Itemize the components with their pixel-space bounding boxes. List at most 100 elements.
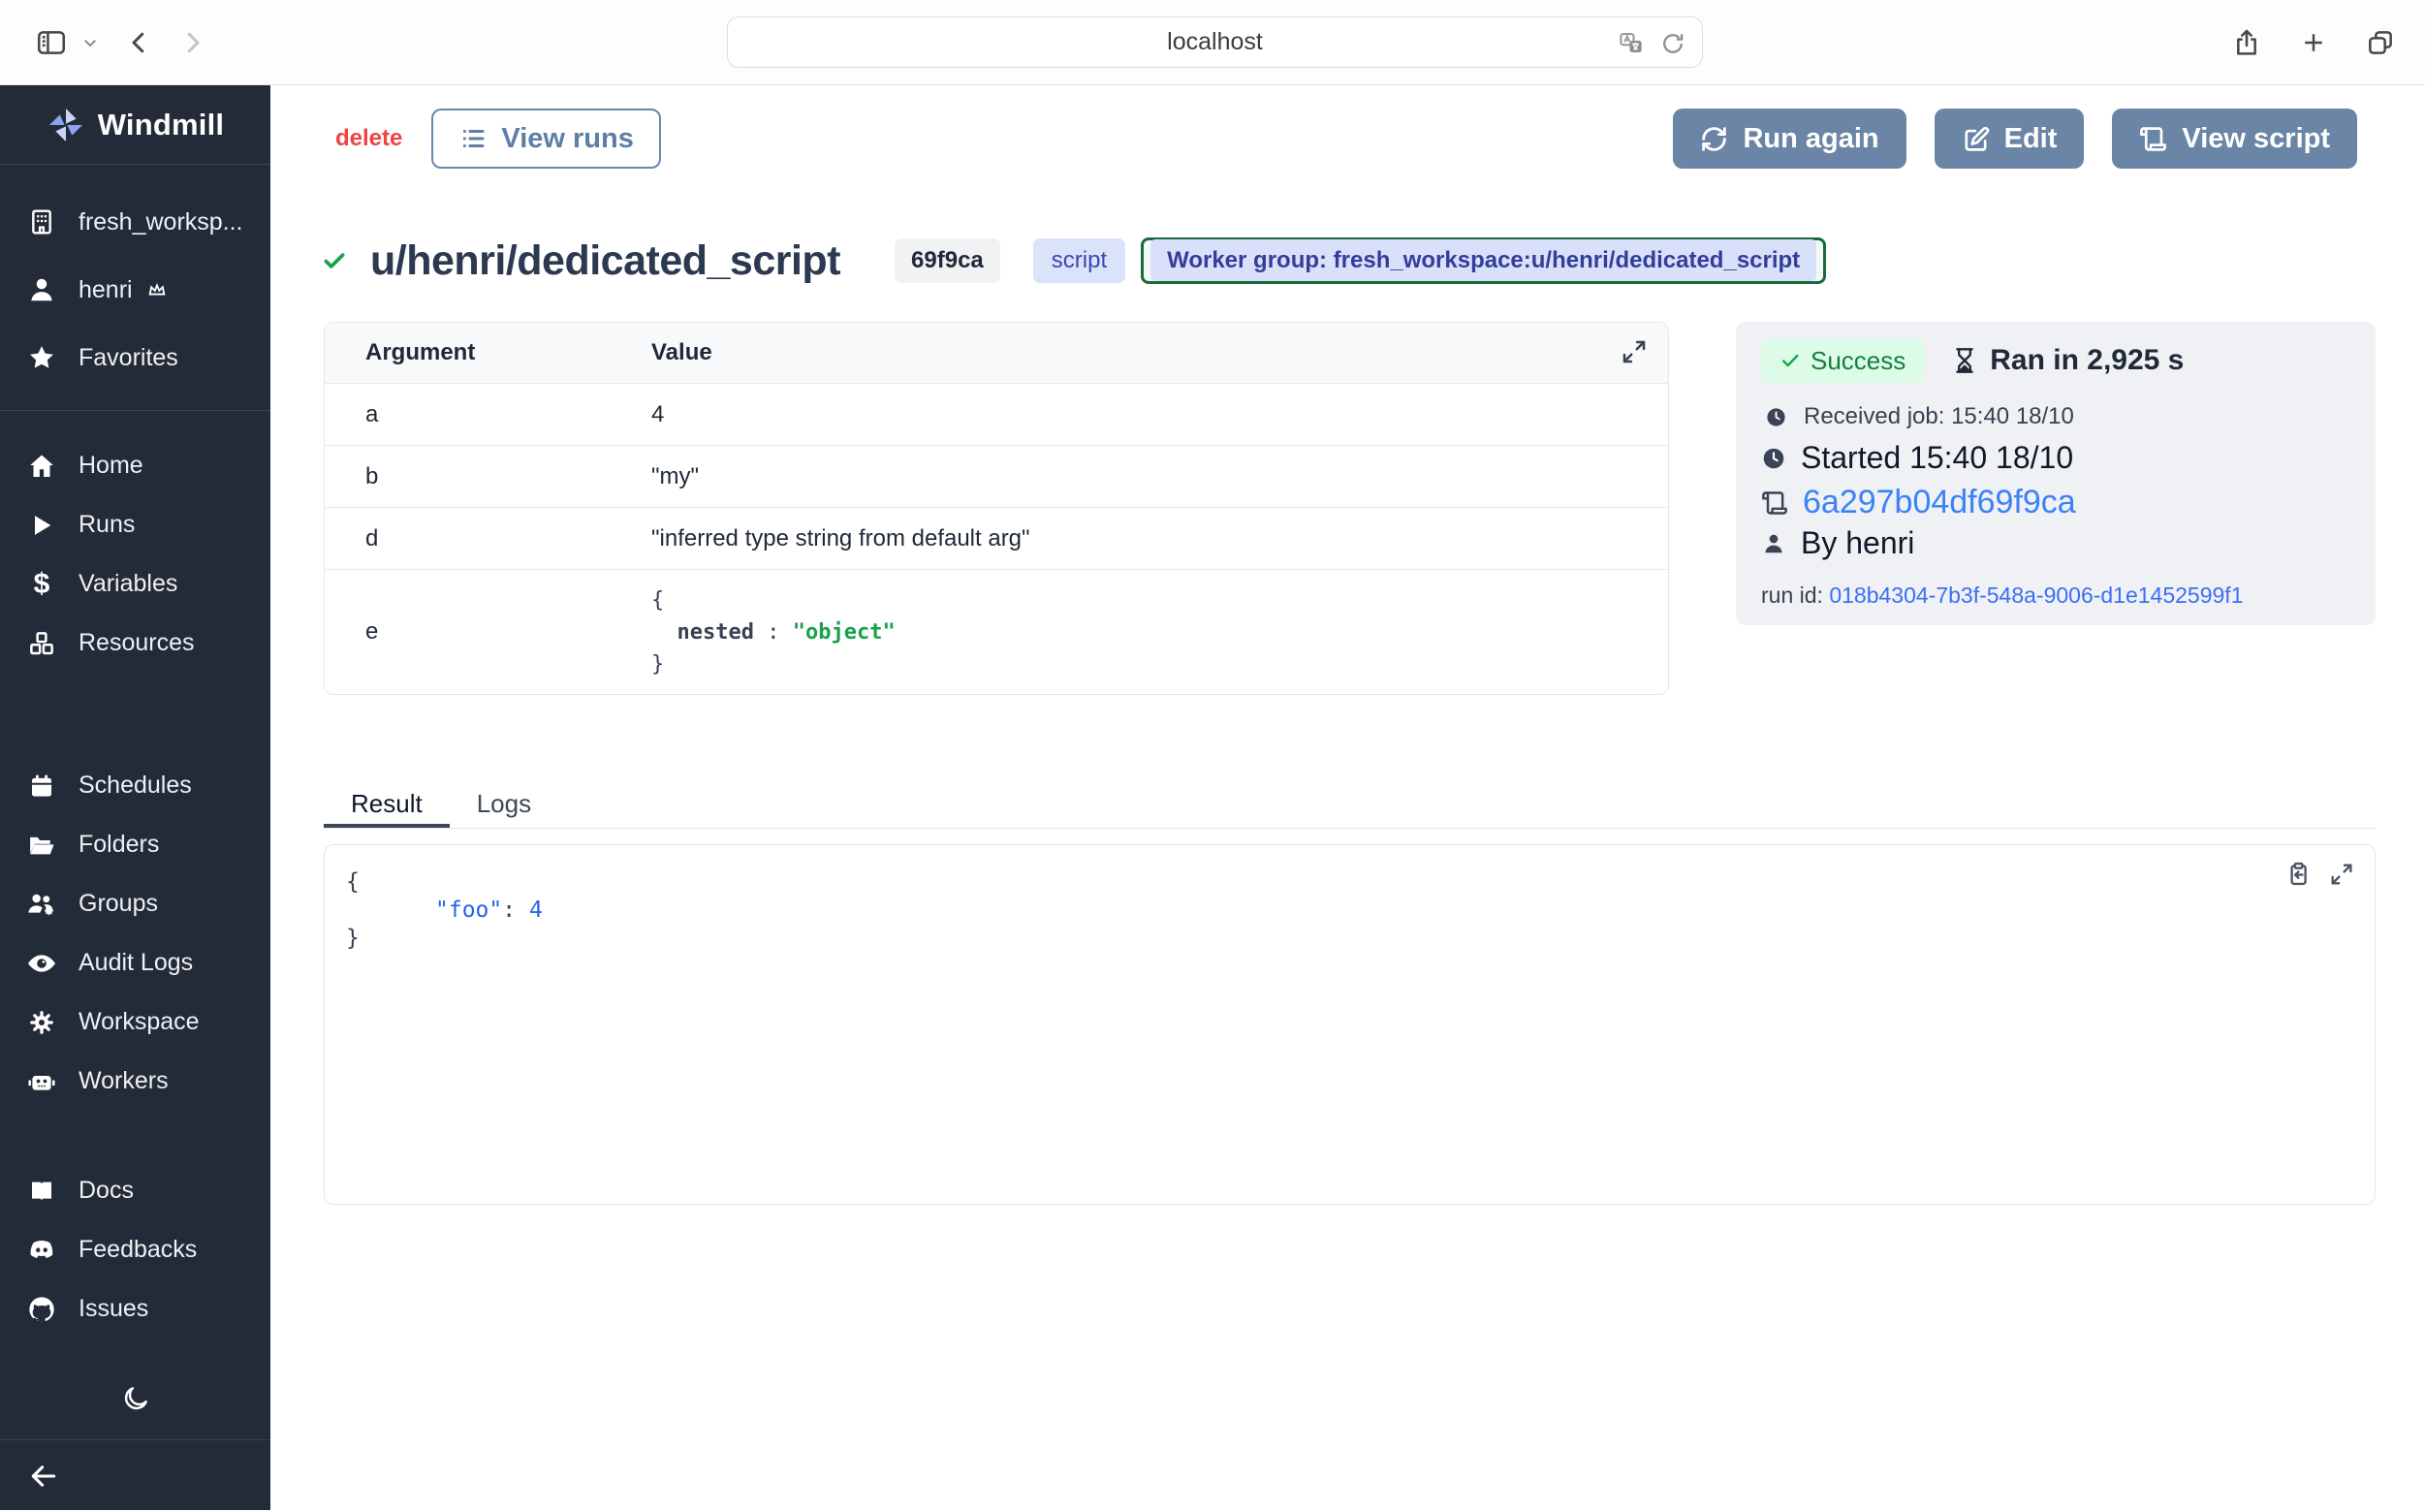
arg-value: 4 [651,401,664,428]
object-colon: : [767,620,779,645]
sidebar-item-favorites[interactable]: Favorites [0,324,270,392]
arg-name: b [325,463,651,490]
copy-result-icon[interactable] [2284,861,2312,888]
nav-label: Schedules [79,772,192,800]
collapse-sidebar-icon[interactable] [27,1460,60,1493]
forward-icon [178,28,207,57]
scroll-icon [1761,489,1788,517]
scroll-icon [2139,125,2167,153]
dark-mode-toggle[interactable] [121,1384,150,1413]
nav-label: Workspace [79,1008,200,1036]
nav-label: Home [79,452,143,480]
browser-toolbar: localhost [0,0,2425,85]
worker-group-badge[interactable]: Worker group: fresh_workspace:u/henri/de… [1150,239,1816,281]
share-icon[interactable] [2231,27,2262,58]
run-again-label: Run again [1743,123,1878,155]
clock-icon [1761,446,1786,471]
view-script-button[interactable]: View script [2112,109,2357,169]
result-panel: { "foo": 4 } [324,844,2376,1205]
sidebar-toggle-icon[interactable] [35,26,68,59]
expand-result-icon[interactable] [2328,861,2355,888]
favorites-label: Favorites [79,344,178,372]
script-kind-badge: script [1033,238,1125,283]
translate-icon[interactable] [1617,29,1646,58]
sidebar-item-audit-logs[interactable]: Audit Logs [0,933,270,992]
calendar-icon [26,772,57,801]
chevron-down-icon[interactable] [81,34,99,51]
started-at: Started 15:40 18/10 [1801,440,2073,476]
table-row: d "inferred type string from default arg… [325,508,1668,570]
sidebar-item-schedules[interactable]: Schedules [0,756,270,815]
robot-icon [26,1066,57,1097]
arg-name: d [325,525,651,552]
sidebar-item-runs[interactable]: Runs [0,495,270,554]
tab-overview-icon[interactable] [2365,27,2396,58]
run-again-button[interactable]: Run again [1673,109,1905,169]
sidebar-item-resources[interactable]: Resources [0,614,270,673]
sidebar-item-workspace-switcher[interactable]: fresh_worksp... [0,188,270,256]
arg-value: "inferred type string from default arg" [651,525,1030,552]
github-icon [26,1294,57,1325]
new-tab-icon[interactable] [2299,28,2328,57]
sidebar-item-groups[interactable]: Groups [0,874,270,933]
sidebar-item-folders[interactable]: Folders [0,815,270,874]
sidebar-item-workers[interactable]: Workers [0,1052,270,1111]
arg-name: e [325,618,651,646]
windmill-logo[interactable]: Windmill [0,85,270,165]
building-icon [26,206,57,237]
run-id-label: run id: [1761,583,1823,608]
discord-icon [26,1235,57,1266]
page-title: u/henri/dedicated_script [370,237,840,285]
view-script-label: View script [2182,123,2330,155]
address-bar[interactable]: localhost [727,16,1703,68]
triggered-by: By henri [1801,525,1914,561]
user-name: henri [79,276,133,304]
eye-icon [26,948,57,979]
nav-label: Folders [79,831,159,859]
sidebar-item-workspace-settings[interactable]: Workspace [0,992,270,1052]
windmill-pinwheel-icon [47,106,85,144]
object-key: nested [677,620,754,645]
sidebar-item-home[interactable]: Home [0,436,270,495]
nav-label: Variables [79,570,177,598]
run-id-link[interactable]: 018b4304-7b3f-548a-9006-d1e1452599f1 [1829,583,2243,608]
result-tabs: Result Logs [324,781,2376,829]
run-info-card: Success Ran in 2,925 s Received job: 15:… [1736,322,2376,625]
success-check-icon [322,248,347,273]
sidebar-item-feedbacks[interactable]: Feedbacks [0,1220,270,1279]
status-label: Success [1811,346,1905,376]
view-runs-button[interactable]: View runs [431,109,660,169]
arg-value: "my" [651,463,699,490]
edit-button[interactable]: Edit [1935,109,2085,169]
check-icon [1779,350,1801,371]
delete-button[interactable]: delete [335,125,402,152]
sidebar-item-issues[interactable]: Issues [0,1279,270,1339]
run-id-line: run id: 018b4304-7b3f-548a-9006-d1e14525… [1761,583,2350,609]
home-icon [26,452,57,481]
column-value: Value [651,339,712,366]
gear-icon [26,1008,57,1037]
sidebar: Windmill fresh_worksp... henri Favorites [0,85,270,1510]
main-content: delete View runs Run again Edit View scr… [270,85,2425,1510]
json-brace-open: { [346,869,360,895]
dollar-icon: $ [26,570,57,599]
boxes-icon [26,629,57,658]
script-hash-badge[interactable]: 69f9ca [895,238,1000,283]
sidebar-item-variables[interactable]: $ Variables [0,554,270,614]
person-icon [1761,531,1786,556]
tab-logs[interactable]: Logs [450,781,558,828]
json-colon: : [502,898,516,923]
sidebar-item-docs[interactable]: Docs [0,1161,270,1220]
star-icon [26,343,57,372]
table-row: a 4 [325,384,1668,446]
nav-label: Groups [79,890,158,918]
arg-name: a [325,401,651,428]
tab-result[interactable]: Result [324,781,450,828]
back-icon[interactable] [124,28,153,57]
book-icon [26,1177,57,1206]
duration-label: Ran in 2,925 s [1990,344,2184,377]
job-hash-link[interactable]: 6a297b04df69f9ca [1803,484,2076,521]
expand-args-icon[interactable] [1620,337,1649,366]
reload-icon[interactable] [1659,30,1686,57]
sidebar-item-user[interactable]: henri [0,256,270,324]
